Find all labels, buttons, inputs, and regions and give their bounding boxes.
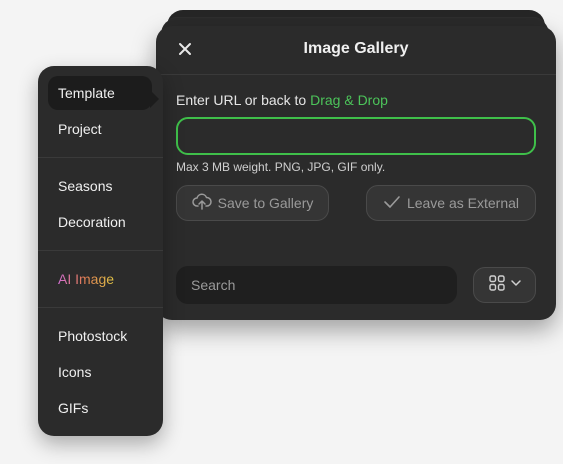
checkmark-icon [383,194,401,213]
sidebar-item-gifs[interactable]: GIFs [58,400,88,416]
drag-drop-link[interactable]: Drag & Drop [310,92,388,108]
sidebar-item-label: Template [58,85,115,101]
url-prompt-text: Enter URL or back to [176,92,307,108]
sidebar-divider [38,157,163,158]
sidebar-divider [38,307,163,308]
url-input[interactable] [176,117,536,155]
sidebar-item-decoration[interactable]: Decoration [58,214,126,230]
view-toggle-button[interactable] [473,267,536,303]
chevron-down-icon [510,276,522,294]
sidebar-divider [38,250,163,251]
dialog-title: Image Gallery [303,40,409,57]
search-input[interactable] [176,266,457,304]
save-to-gallery-label: Save to Gallery [217,195,314,211]
sidebar-item-icons[interactable]: Icons [58,364,91,380]
leave-as-external-label: Leave as External [406,195,520,211]
dialog-header: Image Gallery [156,26,556,75]
active-pointer [150,90,159,108]
leave-as-external-button[interactable]: Leave as External [366,185,536,221]
cloud-upload-icon [191,193,212,214]
grid-icon [488,274,506,297]
category-sidebar: Template Project Seasons Decoration AI I… [38,66,163,436]
url-prompt: Enter URL or back to Drag & Drop [176,92,388,108]
sidebar-item-project[interactable]: Project [58,121,102,137]
image-gallery-dialog: Image Gallery Enter URL or back to Drag … [156,26,556,320]
sidebar-item-seasons[interactable]: Seasons [58,178,112,194]
sidebar-item-template[interactable]: Template [48,76,159,110]
sidebar-item-photostock[interactable]: Photostock [58,328,127,344]
file-hint: Max 3 MB weight. PNG, JPG, GIF only. [176,160,386,174]
sidebar-item-ai-image[interactable]: AI Image [58,271,114,287]
save-to-gallery-button[interactable]: Save to Gallery [176,185,329,221]
